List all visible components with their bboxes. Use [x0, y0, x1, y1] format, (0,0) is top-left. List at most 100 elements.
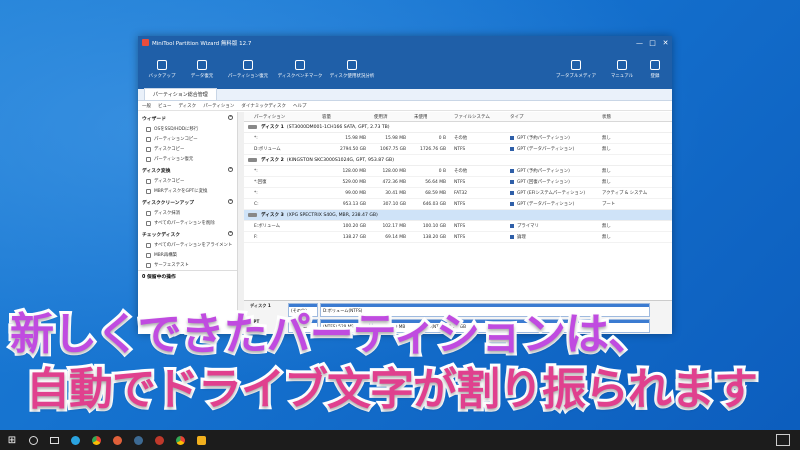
- minimize-button[interactable]: —: [633, 39, 646, 47]
- collapse-icon[interactable]: ⌃: [228, 115, 233, 120]
- disk-icon: [248, 213, 257, 217]
- section-disk-cleanup[interactable]: ディスククリーンアップ ⌃: [138, 196, 237, 208]
- table-row[interactable]: F: 138.27 GB 69.14 MB 138.20 GB NTFS 論理 無し: [244, 232, 672, 243]
- action-migrate-os[interactable]: OSをSSD/HDDに移行: [138, 124, 237, 134]
- partition-type-icon: [510, 235, 514, 239]
- space-analyzer-icon: [347, 59, 357, 70]
- chrome-icon[interactable]: [90, 434, 102, 446]
- search-icon[interactable]: [27, 434, 39, 446]
- action-surface-test[interactable]: サーフェステスト: [138, 260, 237, 270]
- edge-icon[interactable]: [69, 434, 81, 446]
- app-window: MiniTool Partition Wizard 無料版 12.7 — □ ✕…: [138, 36, 672, 334]
- action-copy-disk[interactable]: ディスクコピー: [138, 144, 237, 154]
- chrome-alt-icon[interactable]: [174, 434, 186, 446]
- menu-general[interactable]: 一般: [142, 103, 151, 109]
- col-used[interactable]: 使用済: [374, 114, 414, 120]
- app-logo-icon: [142, 39, 149, 46]
- action-mbr-to-gpt[interactable]: MBRディスクをGPTに変換: [138, 186, 237, 196]
- disk-row[interactable]: ディスク 1 (ST3000DM001-1CH166 SATA, GPT, 2.7…: [244, 122, 672, 133]
- action-delete-all[interactable]: すべてのパーティションを削除: [138, 218, 237, 228]
- col-status[interactable]: 状態: [602, 114, 662, 120]
- col-capacity[interactable]: 容量: [322, 114, 374, 120]
- action-rebuild-mbr[interactable]: MBR再構築: [138, 250, 237, 260]
- migrate-icon: [146, 126, 151, 132]
- steam-icon[interactable]: [132, 434, 144, 446]
- minitool-icon[interactable]: [195, 434, 207, 446]
- data-recovery-icon: [197, 59, 207, 70]
- partition-recovery-button[interactable]: パーティション復元: [222, 49, 274, 89]
- section-wizard[interactable]: ウィザード ⌃: [138, 112, 237, 124]
- partition-recovery-icon: [243, 59, 253, 70]
- manual-button[interactable]: マニュアル: [602, 49, 642, 89]
- space-analyzer-button[interactable]: ディスク使用状況分析: [326, 49, 378, 89]
- col-filesystem[interactable]: ファイルシステム: [454, 114, 510, 120]
- table-row[interactable]: *:回復 529.00 MB 472.36 MB 56.64 MB NTFS GPT (回…: [244, 177, 672, 188]
- start-button[interactable]: ⊞: [6, 434, 18, 446]
- menu-partition[interactable]: パーティション: [203, 103, 234, 109]
- col-type[interactable]: タイプ: [510, 114, 602, 120]
- table-row[interactable]: C: 953.13 GB 307.10 GB 646.03 GB NTFS GPT (デー…: [244, 199, 672, 210]
- register-button[interactable]: 登録: [642, 49, 668, 89]
- partition-type-icon: [510, 202, 514, 206]
- surface-test-icon: [146, 262, 151, 268]
- collapse-icon[interactable]: ⌃: [228, 199, 233, 204]
- manual-icon: [617, 59, 627, 70]
- bootable-media-icon: [571, 59, 581, 70]
- partition-table: パーティション 容量 使用済 未使用 ファイルシステム タイプ 状態 ディスク …: [244, 112, 672, 298]
- partition-type-icon: [510, 180, 514, 184]
- table-header: パーティション 容量 使用済 未使用 ファイルシステム タイプ 状態: [244, 112, 672, 122]
- game-icon[interactable]: [153, 434, 165, 446]
- table-row[interactable]: *: 15.98 MB 15.98 MB 0 B その他 GPT (予約パーティション) 無…: [244, 133, 672, 144]
- action-align-all[interactable]: すべてのパーティションをアライメント: [138, 240, 237, 250]
- disk-row-selected[interactable]: ディスク 3 (XPG SPECTRIX S40G, MBR, 238.47 GB…: [244, 210, 672, 221]
- col-partition[interactable]: パーティション: [244, 114, 322, 120]
- task-view-icon[interactable]: [48, 434, 60, 446]
- partition-type-icon: [510, 147, 514, 151]
- window-title: MiniTool Partition Wizard 無料版 12.7: [152, 40, 252, 47]
- wipe-icon: [146, 210, 151, 216]
- menu-bar: 一般 ビュー ディスク パーティション ダイナミックディスク ヘルプ: [138, 101, 672, 111]
- section-check-disk[interactable]: チェックディスク ⌃: [138, 228, 237, 240]
- section-disk-convert[interactable]: ディスク変換 ⌃: [138, 164, 237, 176]
- table-row[interactable]: D:ボリューム 2794.50 GB 1067.75 GB 1726.76 GB NTF…: [244, 144, 672, 155]
- action-wipe-disk[interactable]: ディスク抹消: [138, 208, 237, 218]
- action-partition-recovery[interactable]: パーティション復元: [138, 154, 237, 164]
- menu-dynamic-disk[interactable]: ダイナミックディスク: [241, 103, 286, 109]
- table-row[interactable]: E:ボリューム 100.20 GB 102.17 MB 100.10 GB NTFS プラ…: [244, 221, 672, 232]
- backup-button[interactable]: バックアップ: [142, 49, 182, 89]
- action-copy-partition[interactable]: パーティションコピー: [138, 134, 237, 144]
- close-button[interactable]: ✕: [659, 39, 672, 47]
- menu-help[interactable]: ヘルプ: [293, 103, 307, 109]
- bootable-media-button[interactable]: ブータブルメディア: [550, 49, 602, 89]
- data-recovery-button[interactable]: データ復元: [182, 49, 222, 89]
- disk-benchmark-icon: [295, 59, 305, 70]
- register-icon: [650, 59, 660, 70]
- disk-row[interactable]: ディスク 2 (KINGSTON SKC3000S1024G, GPT, 953.…: [244, 155, 672, 166]
- col-unused[interactable]: 未使用: [414, 114, 454, 120]
- toolbar: バックアップ データ復元 パーティション復元 ディスクベンチマーク ディスク使用…: [138, 49, 672, 89]
- collapse-icon[interactable]: ⌃: [228, 167, 233, 172]
- copy-partition-icon: [146, 136, 151, 142]
- notification-icon[interactable]: [776, 434, 790, 446]
- title-bar: MiniTool Partition Wizard 無料版 12.7 — □ ✕: [138, 36, 672, 49]
- collapse-icon[interactable]: ⌃: [228, 231, 233, 236]
- delete-icon: [146, 220, 151, 226]
- disk-icon: [248, 158, 257, 162]
- action-disk-copy[interactable]: ディスクコピー: [138, 176, 237, 186]
- partition-type-icon: [510, 224, 514, 228]
- table-row[interactable]: *: 128.00 MB 128.00 MB 0 B その他 GPT (予約パーティション…: [244, 166, 672, 177]
- align-icon: [146, 242, 151, 248]
- backup-icon: [157, 59, 167, 70]
- convert-icon: [146, 188, 151, 194]
- partition-type-icon: [510, 191, 514, 195]
- maximize-button[interactable]: □: [646, 39, 659, 47]
- menu-disk[interactable]: ディスク: [179, 103, 197, 109]
- caption-line-2: 自動でドライブ文字が割り振られます: [23, 361, 761, 418]
- disk-benchmark-button[interactable]: ディスクベンチマーク: [274, 49, 326, 89]
- table-row[interactable]: *: 99.00 MB 30.41 MB 68.59 MB FAT32 GPT (EFIシ…: [244, 188, 672, 199]
- copy-disk-icon: [146, 146, 151, 152]
- tab-partition-management[interactable]: パーティション総合管理: [144, 88, 217, 100]
- copy-disk-icon: [146, 178, 151, 184]
- menu-view[interactable]: ビュー: [158, 103, 172, 109]
- paint-icon[interactable]: [111, 434, 123, 446]
